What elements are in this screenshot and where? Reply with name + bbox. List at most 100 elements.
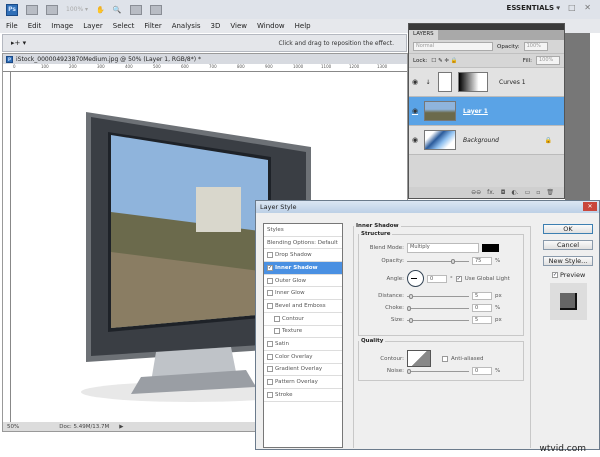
- visibility-eye-icon[interactable]: ◉: [409, 136, 421, 144]
- status-menu-arrow[interactable]: ▶: [119, 424, 123, 430]
- window-controls[interactable]: – □ ✕: [556, 3, 594, 12]
- checkbox[interactable]: [267, 302, 273, 309]
- visibility-eye-icon[interactable]: ◉: [409, 107, 421, 115]
- fx-icon[interactable]: fx.: [487, 189, 495, 196]
- checkbox[interactable]: [267, 341, 273, 348]
- choke-slider[interactable]: [407, 305, 469, 311]
- size-input[interactable]: 5: [472, 316, 492, 324]
- zoom-tool-icon[interactable]: 🔍: [113, 6, 122, 14]
- angle-dial[interactable]: [407, 270, 424, 287]
- fill-field[interactable]: 100%: [536, 56, 560, 65]
- trash-icon[interactable]: 🗑: [546, 189, 554, 196]
- checkbox-checked[interactable]: ✓: [267, 264, 273, 271]
- menu-image[interactable]: Image: [51, 22, 73, 30]
- layer-name[interactable]: Layer 1: [463, 108, 488, 115]
- layer-row-background[interactable]: ◉ Background 🔒: [409, 126, 564, 155]
- menu-window[interactable]: Window: [257, 22, 285, 30]
- style-item-drop-shadow[interactable]: Drop Shadow: [264, 249, 342, 263]
- shadow-color-swatch[interactable]: [482, 244, 499, 252]
- style-item-color-overlay[interactable]: Color Overlay: [264, 351, 342, 364]
- menu-edit[interactable]: Edit: [28, 22, 42, 30]
- checkbox[interactable]: [267, 366, 273, 373]
- slider-knob[interactable]: [407, 305, 411, 311]
- style-item-inner-shadow[interactable]: ✓ Inner Shadow: [264, 262, 342, 275]
- menu-layer[interactable]: Layer: [83, 22, 103, 30]
- size-slider[interactable]: [407, 317, 469, 323]
- zoom-level-select[interactable]: 100% ▾: [66, 6, 88, 13]
- blend-mode-select[interactable]: Normal: [413, 42, 493, 51]
- slider-knob[interactable]: [409, 317, 413, 323]
- menu-filter[interactable]: Filter: [144, 22, 161, 30]
- menu-view[interactable]: View: [230, 22, 247, 30]
- doc-size[interactable]: Doc: 5.49M/13.7M: [59, 424, 109, 430]
- tab-layers[interactable]: LAYERS: [409, 30, 438, 40]
- style-item-blending-options[interactable]: Blending Options: Default: [264, 237, 342, 250]
- document-tab[interactable]: P iStock_000004923870Medium.jpg @ 50% (L…: [3, 54, 407, 64]
- ok-button[interactable]: OK: [543, 224, 593, 234]
- checkbox[interactable]: [274, 315, 280, 322]
- distance-slider[interactable]: [407, 293, 469, 299]
- checkbox[interactable]: [267, 353, 273, 360]
- tool-preset-picker[interactable]: ▸+ ▾: [11, 39, 26, 47]
- style-item-satin[interactable]: Satin: [264, 338, 342, 351]
- horizontal-ruler[interactable]: 0 100 200 300 400 500 600 700 800 900 10…: [3, 64, 407, 72]
- noise-slider[interactable]: [407, 368, 469, 374]
- new-group-icon[interactable]: ▭: [525, 189, 531, 196]
- preview-checkbox[interactable]: ✓: [552, 272, 558, 278]
- slider-knob[interactable]: [451, 258, 455, 264]
- slider-knob[interactable]: [407, 368, 411, 374]
- style-item-outer-glow[interactable]: Outer Glow: [264, 275, 342, 288]
- new-style-button[interactable]: New Style...: [543, 256, 593, 266]
- style-item-contour[interactable]: Contour: [264, 313, 342, 326]
- angle-input[interactable]: 0: [427, 274, 447, 283]
- style-item-gradient-overlay[interactable]: Gradient Overlay: [264, 364, 342, 377]
- preview-toggle[interactable]: ✓ Preview: [552, 271, 585, 279]
- style-item-styles[interactable]: Styles: [264, 224, 342, 237]
- distance-input[interactable]: 5: [472, 292, 492, 300]
- checkbox[interactable]: [267, 252, 273, 259]
- global-light-checkbox[interactable]: ✓: [455, 275, 462, 282]
- contour-picker[interactable]: [407, 350, 431, 367]
- checkbox[interactable]: [267, 290, 273, 297]
- noise-input[interactable]: 0: [472, 367, 492, 375]
- slider-knob[interactable]: [409, 293, 413, 299]
- hand-tool-icon[interactable]: ✋: [96, 6, 105, 14]
- checkbox[interactable]: [267, 379, 273, 386]
- layer-name[interactable]: Curves 1: [499, 79, 526, 86]
- workspace-switcher[interactable]: ESSENTIALS ▾: [507, 4, 560, 12]
- checkbox[interactable]: [274, 328, 280, 335]
- lock-icons[interactable]: ☐ ✎ ✛ 🔒: [431, 58, 457, 64]
- checkbox[interactable]: [267, 391, 273, 398]
- link-layers-icon[interactable]: ⊖⊖: [471, 189, 481, 196]
- arrange-documents-icon[interactable]: [129, 4, 142, 15]
- style-item-stroke[interactable]: Stroke: [264, 389, 342, 402]
- visibility-eye-icon[interactable]: ◉: [409, 78, 421, 86]
- opacity-slider[interactable]: [407, 258, 469, 264]
- adjustment-layer-icon[interactable]: ◐.: [511, 189, 518, 196]
- style-item-pattern-overlay[interactable]: Pattern Overlay: [264, 376, 342, 389]
- opacity-input[interactable]: 75: [472, 257, 492, 265]
- style-item-inner-glow[interactable]: Inner Glow: [264, 287, 342, 301]
- screen-mode-icon[interactable]: [149, 4, 162, 15]
- layer-name[interactable]: Background: [463, 137, 499, 144]
- new-layer-icon[interactable]: ▫: [536, 189, 540, 196]
- cancel-button[interactable]: Cancel: [543, 240, 593, 250]
- layer-row-layer1[interactable]: ◉ Layer 1: [409, 97, 564, 126]
- checkbox[interactable]: [267, 277, 273, 284]
- layer-mask-thumbnail[interactable]: [458, 72, 488, 92]
- menu-help[interactable]: Help: [295, 22, 311, 30]
- layer-row-curves[interactable]: ◉ ↓ Curves 1: [409, 68, 564, 97]
- menu-analysis[interactable]: Analysis: [172, 22, 201, 30]
- menu-file[interactable]: File: [6, 22, 18, 30]
- view-extras-icon[interactable]: [46, 4, 58, 15]
- menu-select[interactable]: Select: [113, 22, 135, 30]
- close-button[interactable]: ✕: [583, 202, 597, 211]
- opacity-field[interactable]: 100%: [523, 42, 548, 51]
- anti-aliased-checkbox[interactable]: [442, 355, 448, 362]
- menu-3d[interactable]: 3D: [211, 22, 221, 30]
- blend-mode-select[interactable]: Multiply: [407, 243, 479, 253]
- bridge-icon[interactable]: [26, 4, 38, 15]
- vertical-ruler[interactable]: [3, 72, 11, 422]
- style-item-texture[interactable]: Texture: [264, 326, 342, 339]
- choke-input[interactable]: 0: [472, 304, 492, 312]
